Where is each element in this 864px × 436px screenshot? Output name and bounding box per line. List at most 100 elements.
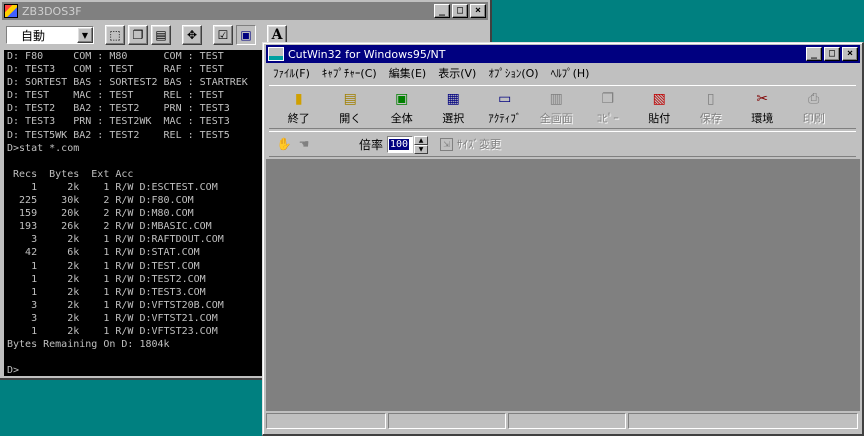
console-line: 225 30k 2 R/W D:F80.COM	[7, 195, 194, 207]
cutwin-close-button[interactable]: ×	[842, 47, 858, 61]
toolbar-button-label: 環境	[751, 112, 774, 125]
console-line: D>	[7, 365, 20, 376]
dos-console-output[interactable]: D: F80 COM : M80 COM : TEST D: TEST3 COM …	[4, 50, 264, 376]
console-line: 3 2k 1 R/W D:RAFTDOUT.COM	[7, 234, 224, 246]
console-line: Recs Bytes Ext Acc	[7, 168, 134, 180]
status-panel-2	[388, 413, 506, 429]
toolbar-button-1[interactable]: ▮ 終了	[273, 86, 325, 128]
console-line: D: SORTEST BAS : SORTEST2 BAS : STARTREK	[7, 77, 248, 89]
paste-icon[interactable]: ▤	[151, 25, 171, 45]
console-line: D: TEST MAC : TEST REL : TEST	[7, 90, 224, 102]
dos-window-title: ZB3DOS3F	[22, 4, 82, 18]
console-line: 3 2k 1 R/W D:VFTST21.COM	[7, 312, 218, 324]
console-line: Bytes Remaining On D: 1804k	[7, 339, 170, 351]
mark-icon[interactable]: ⬚	[105, 25, 125, 45]
toolbar-button-label: 保存	[699, 112, 722, 125]
toolbar-button-7: ❐ ｺﾋﾟｰ	[582, 86, 634, 128]
resize-icon: ⇲	[440, 137, 454, 151]
dos-app-icon[interactable]	[4, 4, 18, 18]
toolbar-button-10[interactable]: ✂ 環境	[737, 86, 789, 128]
copy-icon: ❐	[601, 91, 615, 107]
menu-capture[interactable]: ｷｬﾌﾟﾁｬｰ(C)	[316, 65, 383, 81]
menu-file[interactable]: ﾌｧｲﾙ(F)	[267, 65, 316, 81]
cutwin-title-bar[interactable]: CutWin32 for Windows95/NT _ □ ×	[266, 45, 860, 63]
toolbar-button-3[interactable]: ▣ 全体	[376, 86, 428, 128]
background-icon[interactable]: ▣	[236, 25, 256, 45]
toolbar-button-label: 貼付	[648, 112, 671, 125]
zoom-label: 倍率	[359, 137, 384, 152]
console-line: D: TEST3 PRN : TEST2WK MAC : TEST3	[7, 116, 230, 128]
toolbar-button-label: 選択	[442, 112, 465, 125]
toolbar-button-label: 印刷	[802, 112, 825, 125]
menu-options[interactable]: ｵﾌﾟｼｮﾝ(O)	[482, 65, 544, 81]
properties-icon[interactable]: ☑	[213, 25, 233, 45]
cutwin-minimize-button[interactable]: _	[806, 47, 822, 61]
cutwin-toolbar: ▮ 終了 ▤ 開く ▣ 全体 ▦ 選択 ▭ ｱｸﾃｨﾌﾞ ▥ 全画面 ❐ ｺﾋﾟｰ ▧ 貼付 ▯ 保存 ✂ 環境 ⎙ 印刷	[269, 85, 856, 129]
toolbar-button-2[interactable]: ▤ 開く	[325, 86, 377, 128]
toolbar-button-label: ｺﾋﾟｰ	[596, 112, 619, 125]
cutwin-maximize-button[interactable]: □	[824, 47, 840, 61]
save-disk-icon: ▯	[706, 91, 715, 107]
console-line: 3 2k 1 R/W D:VFTST20B.COM	[7, 299, 224, 311]
settings-tools-icon: ✂	[756, 91, 769, 107]
cutwin-menu-bar: ﾌｧｲﾙ(F) ｷｬﾌﾟﾁｬｰ(C) 編集(E) 表示(V) ｵﾌﾟｼｮﾝ(O)…	[267, 64, 595, 82]
toolbar-button-11: ⎙ 印刷	[788, 86, 840, 128]
fullscreen-icon[interactable]: ✥	[182, 25, 202, 45]
hand-icon: ✋	[276, 137, 292, 151]
zoom-bar: ✋ ☚ 倍率 100 ▲ ▼ ⇲ ｻｲｽﾞ変更	[269, 131, 856, 157]
chevron-down-icon[interactable]: ▼	[77, 27, 93, 43]
dos-title-bar[interactable]: ZB3DOS3F _ □ ×	[2, 2, 488, 20]
console-line: 1 2k 1 R/W D:VFTST23.COM	[7, 325, 218, 337]
zoom-down-icon[interactable]: ▼	[414, 144, 429, 154]
capture-canvas[interactable]	[266, 159, 860, 411]
toolbar-button-label: ｱｸﾃｨﾌﾞ	[488, 112, 522, 125]
console-line: D>stat *.com	[7, 142, 80, 154]
console-line: 1 2k 1 R/W D:TEST3.COM	[7, 286, 206, 298]
console-line: D: F80 COM : M80 COM : TEST	[7, 51, 224, 62]
menu-edit[interactable]: 編集(E)	[383, 65, 433, 81]
hand-release-icon: ☚	[298, 137, 310, 151]
status-panel-3	[508, 413, 626, 429]
dos-minimize-button[interactable]: _	[434, 4, 450, 18]
status-panel-1	[266, 413, 386, 429]
console-line: 193 26k 2 R/W D:MBASIC.COM	[7, 221, 212, 233]
cutwin-app-icon[interactable]	[268, 47, 284, 61]
copy-icon[interactable]: ❐	[128, 25, 148, 45]
active-window-icon: ▭	[498, 91, 512, 107]
toolbar-button-label: 開く	[339, 112, 362, 125]
toolbar-button-4[interactable]: ▦ 選択	[428, 86, 480, 128]
open-file-icon: ▤	[343, 91, 357, 107]
zoom-input[interactable]: 100	[387, 135, 414, 153]
monitor-icon: ▣	[395, 91, 409, 107]
console-line: D: TEST5WK BA2 : TEST2 REL : TEST5	[7, 129, 230, 141]
console-line: 1 2k 1 R/W D:TEST2.COM	[7, 273, 206, 285]
toolbar-button-8[interactable]: ▧ 貼付	[634, 86, 686, 128]
cutwin-window-title: CutWin32 for Windows95/NT	[288, 47, 446, 61]
zoom-stepper[interactable]: ▲ ▼	[414, 135, 429, 154]
console-line: D: TEST3 COM : TEST RAF : TEST	[7, 64, 224, 76]
toolbar-button-9: ▯ 保存	[685, 86, 737, 128]
zoom-up-icon[interactable]: ▲	[414, 135, 429, 145]
dos-maximize-button[interactable]: □	[452, 4, 468, 18]
font-size-select[interactable]: 自動 ▼	[6, 26, 94, 44]
paste-icon: ▧	[652, 91, 666, 107]
fullscreen-icon: ▥	[549, 91, 563, 107]
printer-icon: ⎙	[808, 91, 820, 107]
size-change-button[interactable]: ｻｲｽﾞ変更	[457, 136, 501, 152]
console-line: 159 20k 2 R/W D:M80.COM	[7, 208, 194, 220]
zoom-value: 100	[389, 138, 410, 150]
toolbar-button-5[interactable]: ▭ ｱｸﾃｨﾌﾞ	[479, 86, 531, 128]
menu-help[interactable]: ﾍﾙﾌﾟ(H)	[545, 65, 596, 81]
toolbar-button-label: 終了	[287, 112, 310, 125]
cutwin-window: CutWin32 for Windows95/NT _ □ × ﾌｧｲﾙ(F) …	[262, 42, 864, 436]
console-line: 42 6k 1 R/W D:STAT.COM	[7, 247, 200, 259]
toolbar-button-6: ▥ 全画面	[531, 86, 583, 128]
font-size-value: 自動	[21, 28, 46, 43]
select-region-icon: ▦	[446, 91, 460, 107]
toolbar-button-label: 全体	[390, 112, 413, 125]
console-line: D: TEST2 BA2 : TEST2 PRN : TEST3	[7, 103, 230, 115]
console-line: 1 2k 1 R/W D:TEST.COM	[7, 260, 200, 272]
dos-close-button[interactable]: ×	[470, 4, 486, 18]
menu-view[interactable]: 表示(V)	[432, 65, 482, 81]
